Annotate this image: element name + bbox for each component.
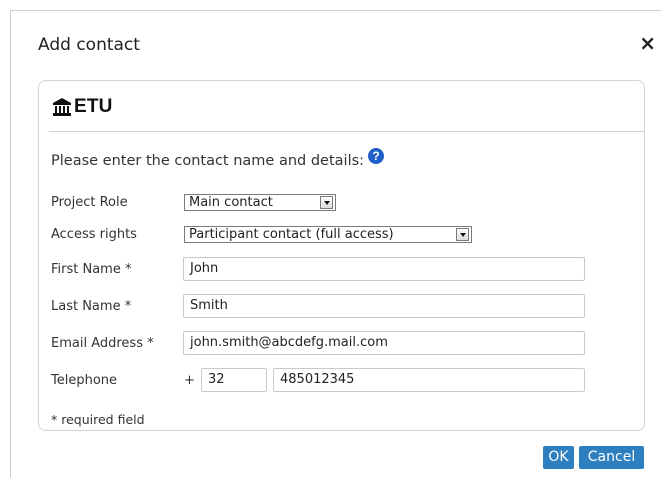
dialog-title: Add contact: [38, 35, 140, 55]
brand-logo: ETU: [52, 96, 113, 118]
chevron-down-icon: [320, 196, 333, 209]
telephone-label: Telephone: [51, 373, 118, 388]
intro-text: Please enter the contact name and detail…: [51, 153, 365, 169]
chevron-down-icon: [456, 228, 469, 241]
project-role-select[interactable]: Main contact: [184, 194, 336, 211]
ok-button[interactable]: OK: [543, 446, 574, 469]
first-name-label: First Name *: [51, 262, 132, 277]
project-role-label: Project Role: [51, 195, 128, 210]
bank-building-icon: [53, 98, 71, 116]
last-name-label: Last Name *: [51, 299, 132, 314]
access-rights-value: Participant contact (full access): [189, 227, 394, 242]
country-code-field[interactable]: 32: [201, 368, 267, 392]
access-rights-label: Access rights: [51, 227, 137, 242]
cancel-button[interactable]: Cancel: [579, 446, 644, 469]
required-field-note: * required field: [51, 412, 145, 427]
last-name-field[interactable]: Smith: [183, 294, 585, 318]
email-field[interactable]: john.smith@abcdefg.mail.com: [183, 331, 585, 355]
phone-number-field[interactable]: 485012345: [273, 368, 585, 392]
brand-name: ETU: [74, 96, 113, 117]
help-icon[interactable]: ?: [368, 148, 385, 164]
divider: [49, 131, 644, 132]
telephone-plus: +: [184, 373, 195, 388]
contact-form-panel: ETU Please enter the contact name and de…: [38, 80, 645, 431]
first-name-field[interactable]: John: [183, 257, 585, 281]
access-rights-select[interactable]: Participant contact (full access): [184, 226, 472, 243]
form-intro: Please enter the contact name and detail…: [51, 148, 385, 169]
project-role-value: Main contact: [189, 195, 273, 210]
email-label: Email Address *: [51, 336, 154, 351]
close-icon[interactable]: ×: [639, 33, 656, 53]
